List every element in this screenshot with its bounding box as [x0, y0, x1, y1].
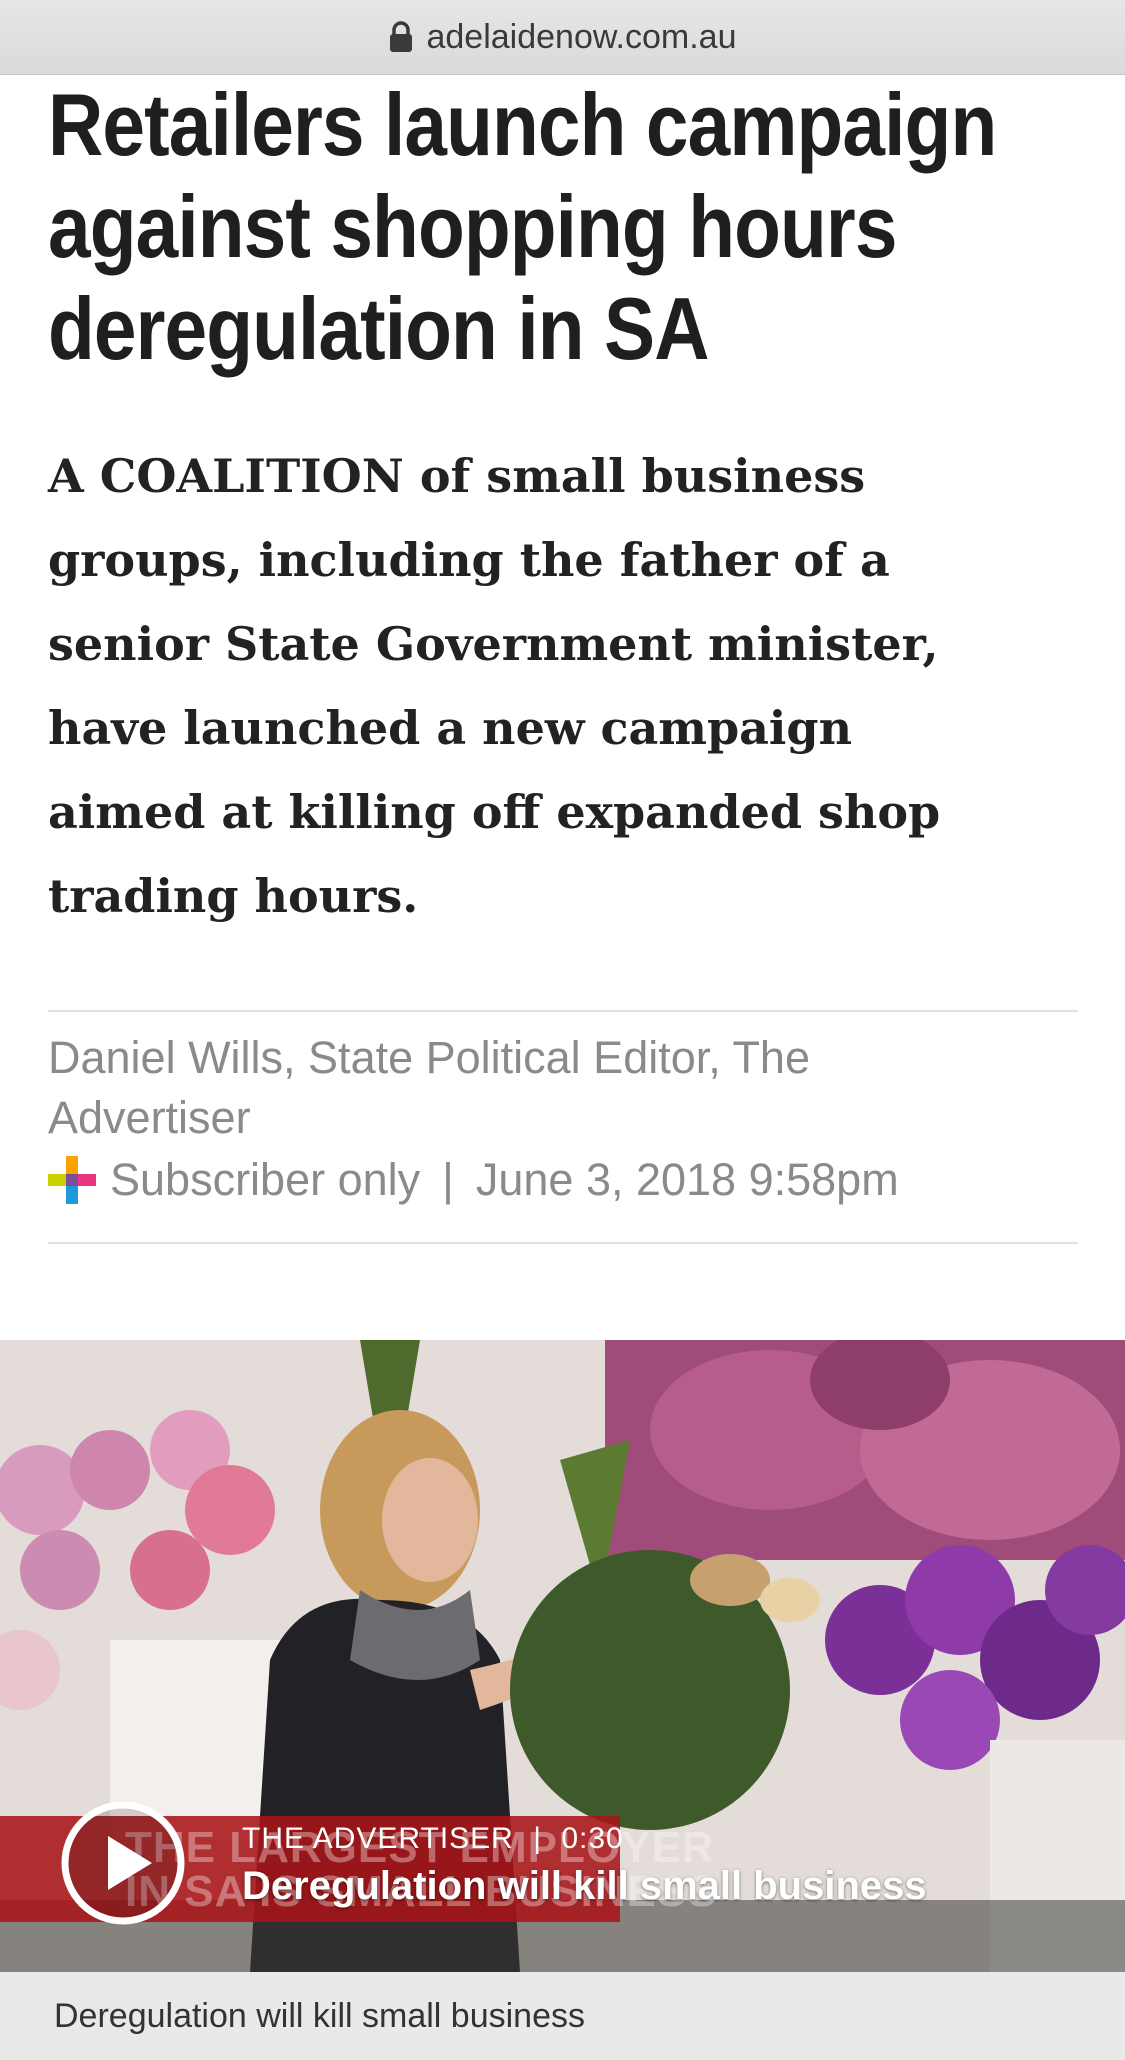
video-meta: THE ADVERTISER | 0:30: [242, 1822, 624, 1856]
article-standfirst: A COALITION of small business groups, in…: [48, 434, 1088, 938]
byline-line: Daniel Wills, State Political Editor, Th…: [48, 1032, 810, 1083]
headline-line: Retailers launch campaign: [48, 75, 997, 174]
lock-icon: [390, 21, 413, 52]
address-bar-content: adelaidenow.com.au: [388, 17, 737, 57]
article-meta: Subscriber only | June 3, 2018 9:58pm: [48, 1148, 899, 1212]
video-duration: 0:30: [561, 1822, 624, 1855]
byline: Daniel Wills, State Political Editor, Th…: [48, 1028, 1078, 1148]
video-player[interactable]: THE LARGEST EMPLOYER IN SA IS SMALL BUSI…: [0, 1340, 1125, 1972]
subscriber-label: Subscriber only: [110, 1154, 421, 1205]
address-bar[interactable]: adelaidenow.com.au: [0, 0, 1125, 75]
headline-line: against shopping hours: [48, 177, 897, 276]
standfirst-line: senior State Government minister,: [48, 617, 939, 671]
play-icon[interactable]: [60, 1800, 186, 1926]
byline-line: Advertiser: [48, 1092, 251, 1143]
publish-date: June 3, 2018 9:58pm: [475, 1154, 899, 1205]
url-text: adelaidenow.com.au: [426, 17, 737, 56]
video-title[interactable]: Deregulation will kill small business: [242, 1864, 927, 1909]
standfirst-line: aimed at killing off expanded shop: [48, 785, 941, 839]
divider: [48, 1242, 1078, 1244]
video-source: THE ADVERTISER: [242, 1822, 514, 1855]
headline-line: deregulation in SA: [48, 279, 710, 378]
meta-separator: |: [442, 1154, 454, 1205]
standfirst-line: A COALITION of small business: [48, 449, 866, 503]
video-meta-separator: |: [533, 1822, 542, 1855]
divider: [48, 1010, 1078, 1012]
subscriber-plus-icon: [48, 1156, 96, 1204]
standfirst-line: groups, including the father of a: [48, 533, 890, 587]
standfirst-line: have launched a new campaign: [48, 701, 853, 755]
standfirst-line: trading hours.: [48, 869, 419, 923]
video-caption: Deregulation will kill small business: [0, 1972, 1125, 2060]
article-headline: Retailers launch campaign against shoppi…: [48, 74, 997, 380]
video-caption-text: Deregulation will kill small business: [54, 1996, 585, 2035]
